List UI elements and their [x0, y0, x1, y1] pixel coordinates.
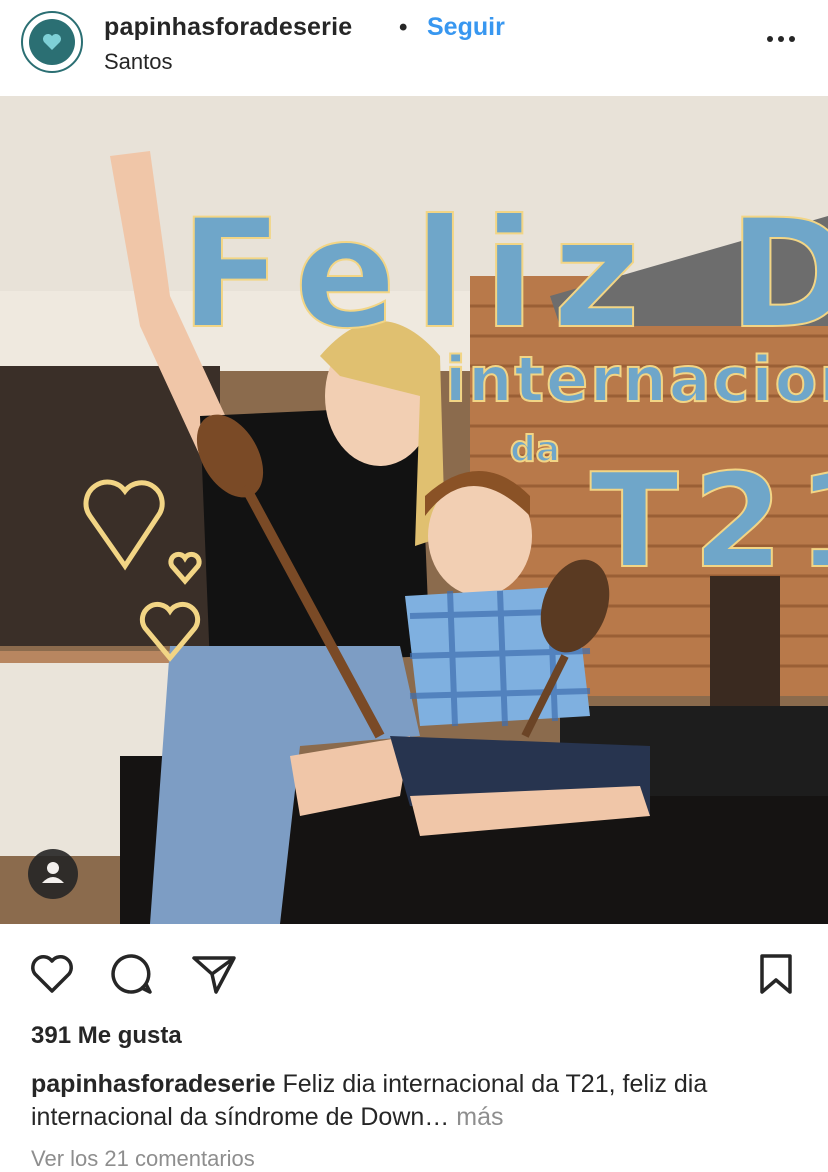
post-location[interactable]: Santos — [104, 49, 173, 75]
separator-dot: • — [399, 14, 408, 41]
overlay-text-line3-big: T21! — [590, 445, 828, 597]
overlay-text-line1: Feliz Dia — [180, 188, 828, 362]
bookmark-icon[interactable] — [752, 950, 800, 998]
share-icon[interactable] — [190, 950, 238, 998]
likes-count[interactable]: 391 Me gusta — [31, 1022, 182, 1050]
photo-illustration: Feliz Dia internacional da T21! — [0, 96, 828, 924]
caption-username[interactable]: papinhasforadeserie — [31, 1070, 276, 1098]
comment-icon[interactable] — [108, 950, 156, 998]
action-bar — [0, 938, 828, 1008]
post-caption: papinhasforadeserie Feliz dia internacio… — [31, 1068, 791, 1134]
post-username[interactable]: papinhasforadeserie — [104, 13, 352, 42]
avatar-logo — [29, 19, 75, 65]
user-tag-icon[interactable] — [28, 849, 78, 899]
overlay-text-line2: internacional — [445, 343, 828, 416]
caption-more-link[interactable]: más — [456, 1103, 503, 1131]
post-photo[interactable]: Feliz Dia internacional da T21! — [0, 96, 828, 924]
view-comments-link[interactable]: Ver los 21 comentarios — [31, 1146, 255, 1172]
follow-button[interactable]: Seguir — [427, 13, 505, 42]
overlay-text-line3-small: da — [510, 429, 560, 470]
post-header: papinhasforadeserie • Seguir Santos — [0, 0, 828, 96]
heart-icon[interactable] — [28, 950, 76, 998]
more-options-icon[interactable] — [767, 29, 801, 53]
heart-logo-icon — [43, 34, 61, 50]
profile-avatar[interactable] — [21, 11, 83, 73]
